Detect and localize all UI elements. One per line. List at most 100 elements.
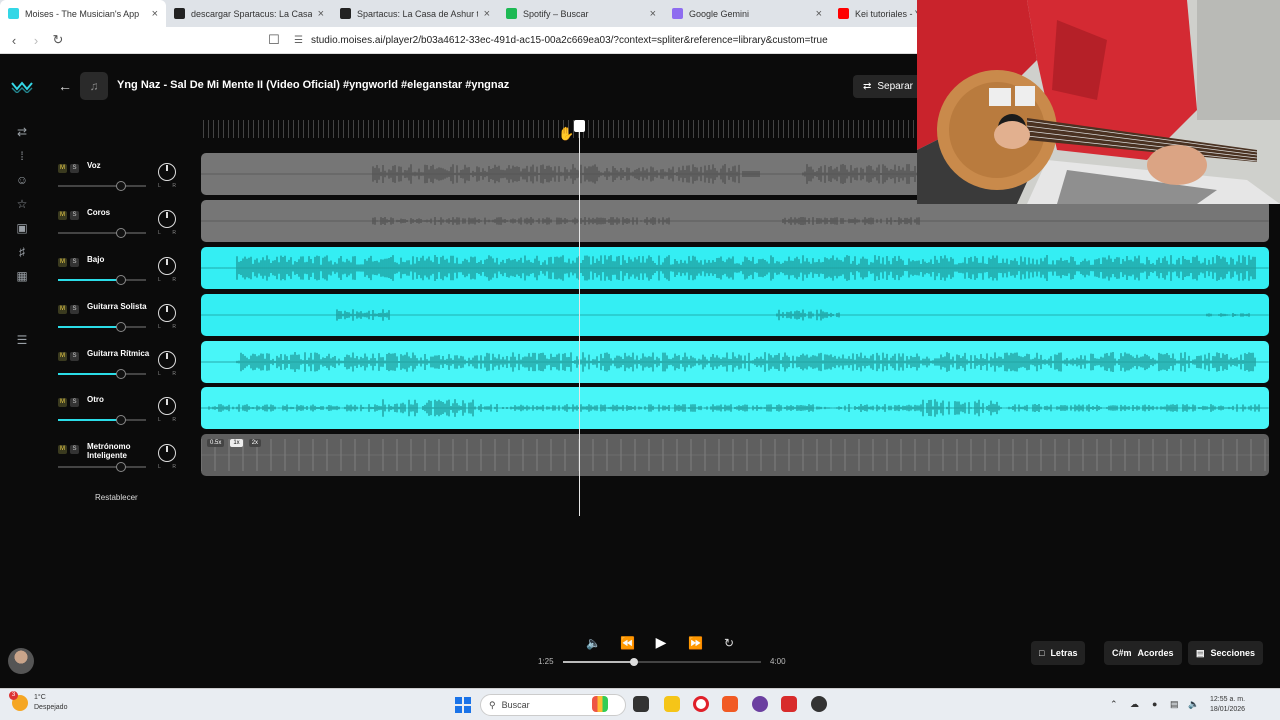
site-info-icon[interactable]: ☰ bbox=[294, 35, 303, 46]
playhead-line[interactable] bbox=[579, 120, 580, 516]
solo-button[interactable]: S bbox=[70, 305, 79, 314]
mute-button[interactable]: M bbox=[58, 445, 67, 454]
weather-widget[interactable]: 3 1°C Despejado bbox=[9, 691, 67, 713]
pan-knob[interactable] bbox=[158, 444, 176, 462]
tab-close-icon[interactable]: × bbox=[484, 8, 490, 20]
task-view-icon[interactable] bbox=[633, 696, 649, 712]
playlist-icon[interactable]: ☰ bbox=[14, 332, 30, 348]
progress-bar[interactable] bbox=[563, 658, 761, 666]
voice-icon[interactable]: ☺ bbox=[14, 172, 30, 188]
tab-close-icon[interactable]: × bbox=[152, 8, 158, 20]
loop-icon[interactable]: ↻ bbox=[722, 636, 736, 650]
solo-button[interactable]: S bbox=[70, 164, 79, 173]
volume-slider[interactable] bbox=[58, 415, 146, 425]
windows-start-icon[interactable] bbox=[455, 697, 471, 713]
volume-slider[interactable] bbox=[58, 369, 146, 379]
brave-icon[interactable] bbox=[722, 696, 738, 712]
app-purple-icon[interactable] bbox=[752, 696, 768, 712]
solo-button[interactable]: S bbox=[70, 445, 79, 454]
star-icon[interactable]: ☆ bbox=[14, 196, 30, 212]
back-nav-icon[interactable]: ‹ bbox=[6, 33, 22, 48]
apps-grid-icon[interactable]: ▦ bbox=[14, 268, 30, 284]
track-waveform[interactable] bbox=[201, 341, 1269, 383]
browser-tab[interactable]: Google Gemini × bbox=[664, 0, 830, 27]
separate-button[interactable]: ⇄ Separar bbox=[853, 75, 923, 98]
track-waveform[interactable]: 0.5x 1x 2x bbox=[201, 434, 1269, 476]
mute-button[interactable]: M bbox=[58, 305, 67, 314]
back-arrow-icon[interactable]: ← bbox=[58, 78, 72, 94]
system-clock[interactable]: 12:55 a. m. 18/01/2026 bbox=[1210, 695, 1245, 715]
volume-slider-thumb[interactable] bbox=[116, 462, 126, 472]
wifi-icon[interactable]: ▤ bbox=[1170, 699, 1179, 710]
volume-slider[interactable] bbox=[58, 322, 146, 332]
mute-button[interactable]: M bbox=[58, 352, 67, 361]
forward-nav-icon[interactable]: › bbox=[28, 33, 44, 48]
mute-button[interactable]: M bbox=[58, 211, 67, 220]
volume-slider-thumb[interactable] bbox=[116, 369, 126, 379]
mute-button[interactable]: M bbox=[58, 398, 67, 407]
progress-handle[interactable] bbox=[630, 658, 638, 666]
tray-chevron-icon[interactable]: ⌃ bbox=[1110, 699, 1118, 710]
volume-slider-thumb[interactable] bbox=[116, 228, 126, 238]
solo-button[interactable]: S bbox=[70, 398, 79, 407]
rewind-icon[interactable]: ⏪ bbox=[620, 636, 635, 650]
tab-close-icon[interactable]: × bbox=[816, 8, 822, 20]
volume-slider[interactable] bbox=[58, 462, 146, 472]
solo-button[interactable]: S bbox=[70, 352, 79, 361]
browser-tab[interactable]: Spartacus: La Casa de Ashur tempora × bbox=[332, 0, 498, 27]
browser-tab[interactable]: descargar Spartacus: La Casa de Ashur × bbox=[166, 0, 332, 27]
app-red-icon[interactable] bbox=[781, 696, 797, 712]
pan-knob[interactable] bbox=[158, 397, 176, 415]
moises-logo-icon[interactable] bbox=[11, 79, 33, 93]
lyrics-button[interactable]: □ Letras bbox=[1031, 641, 1086, 665]
tuner-icon[interactable]: ♯ bbox=[14, 244, 30, 260]
microphone-icon[interactable]: ● bbox=[1152, 699, 1157, 709]
volume-slider-thumb[interactable] bbox=[116, 322, 126, 332]
browser-tab[interactable]: Spotify – Buscar × bbox=[498, 0, 664, 27]
volume-slider[interactable] bbox=[58, 228, 146, 238]
volume-icon[interactable]: 🔈 bbox=[586, 636, 601, 650]
browser-tab[interactable]: Moises - The Musician's App × bbox=[0, 0, 166, 27]
tray-app-icon[interactable]: ☁ bbox=[1130, 699, 1139, 710]
metronome-speed-button[interactable]: 2x bbox=[248, 439, 262, 447]
volume-slider[interactable] bbox=[58, 181, 146, 191]
track-waveform[interactable] bbox=[201, 200, 1269, 242]
mute-button[interactable]: M bbox=[58, 164, 67, 173]
flowers-app-icon[interactable] bbox=[592, 696, 608, 712]
url-field[interactable]: ☰ studio.moises.ai/player2/b03a4612-33ec… bbox=[294, 35, 828, 46]
pan-knob[interactable] bbox=[158, 210, 176, 228]
file-explorer-icon[interactable] bbox=[664, 696, 680, 712]
reset-button[interactable]: Restablecer bbox=[95, 493, 138, 502]
track-waveform[interactable] bbox=[201, 247, 1269, 289]
track-waveform[interactable] bbox=[201, 387, 1269, 429]
volume-slider-thumb[interactable] bbox=[116, 415, 126, 425]
reload-icon[interactable]: ↻ bbox=[50, 32, 66, 48]
opera-icon[interactable] bbox=[693, 696, 709, 712]
metronome-speed-button[interactable]: 0.5x bbox=[207, 439, 225, 447]
bookmark-icon[interactable]: ☐ bbox=[266, 32, 282, 48]
speaker-icon[interactable]: ▣ bbox=[14, 220, 30, 236]
fast-forward-icon[interactable]: ⏩ bbox=[688, 636, 703, 650]
speaker-tray-icon[interactable]: 🔈 bbox=[1188, 699, 1199, 710]
pan-knob[interactable] bbox=[158, 304, 176, 322]
play-icon[interactable]: ▶ bbox=[654, 634, 668, 651]
split-icon[interactable]: ⇄ bbox=[14, 124, 30, 140]
volume-slider[interactable] bbox=[58, 275, 146, 285]
mute-button[interactable]: M bbox=[58, 258, 67, 267]
chords-button[interactable]: C#m Acordes bbox=[1104, 641, 1182, 665]
pan-knob[interactable] bbox=[158, 163, 176, 181]
track-waveform[interactable] bbox=[201, 294, 1269, 336]
app-dark-icon[interactable] bbox=[811, 696, 827, 712]
tab-close-icon[interactable]: × bbox=[650, 8, 656, 20]
solo-button[interactable]: S bbox=[70, 258, 79, 267]
volume-slider-thumb[interactable] bbox=[116, 181, 126, 191]
tab-close-icon[interactable]: × bbox=[318, 8, 324, 20]
pan-knob[interactable] bbox=[158, 257, 176, 275]
solo-button[interactable]: S bbox=[70, 211, 79, 220]
avatar[interactable] bbox=[8, 648, 34, 674]
waveform-icon[interactable]: ⁞ bbox=[14, 148, 30, 164]
playhead-handle[interactable] bbox=[574, 120, 585, 132]
sections-button[interactable]: ▤ Secciones bbox=[1188, 641, 1264, 665]
metronome-speed-button[interactable]: 1x bbox=[230, 439, 243, 447]
pan-knob[interactable] bbox=[158, 351, 176, 369]
